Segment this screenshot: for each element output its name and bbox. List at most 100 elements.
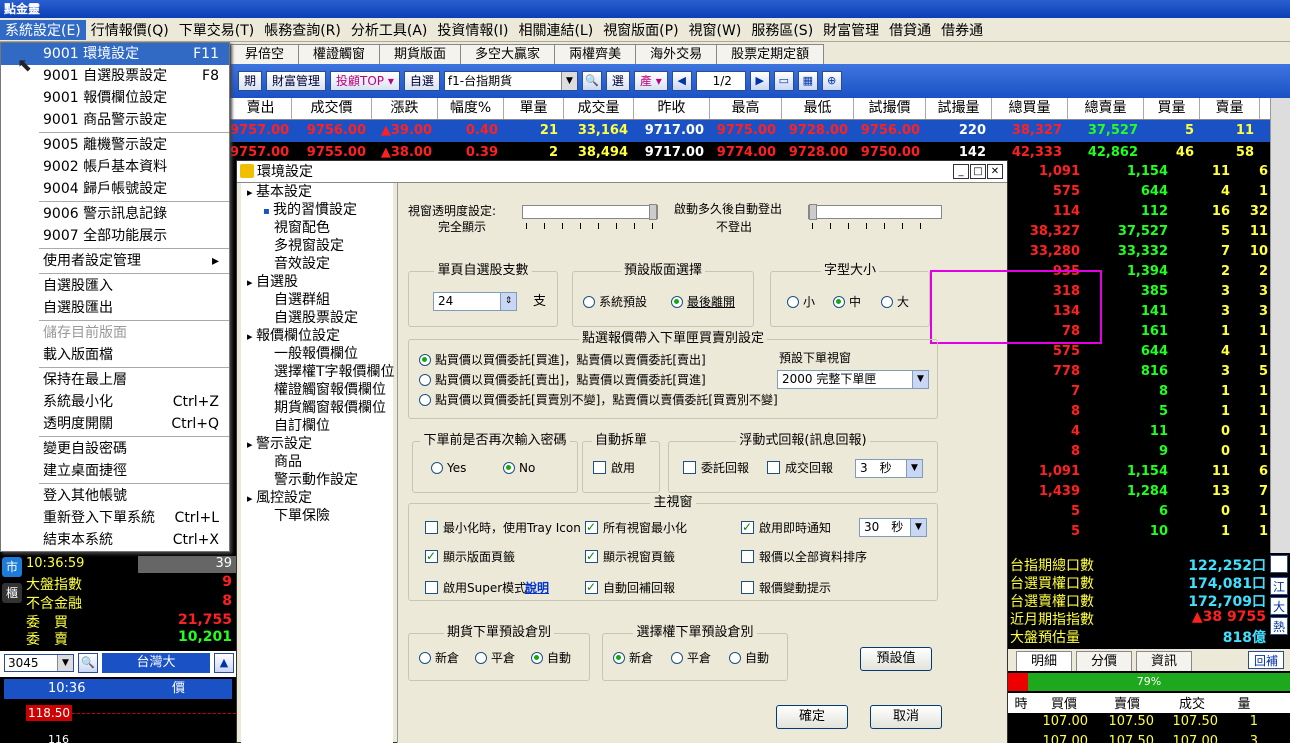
period-button[interactable]: 期 bbox=[238, 71, 263, 91]
options-new-radio[interactable]: 新倉 bbox=[613, 650, 653, 666]
quote-scrollbar[interactable] bbox=[1270, 98, 1290, 553]
tree-node[interactable]: 商品 bbox=[263, 453, 302, 472]
grid-icon[interactable]: ▦ bbox=[797, 71, 818, 91]
menubar-item[interactable]: 系統設定(E) bbox=[0, 19, 86, 40]
layout-system-radio[interactable]: 系統預設 bbox=[583, 294, 647, 310]
quote-col-header[interactable]: 買量 bbox=[1144, 98, 1200, 119]
click-option-3[interactable]: 點買價以買價委託[買賣別不變]，點賣價以賣價委託[買賣別不變] bbox=[419, 392, 778, 408]
trade-reply-checkbox[interactable]: 成交回報 bbox=[767, 460, 833, 476]
prev-page-icon[interactable]: ◀ bbox=[671, 71, 692, 91]
menu-item[interactable]: 9001 報價欄位設定 bbox=[1, 87, 229, 109]
menubar-item[interactable]: 視窗(W) bbox=[684, 20, 747, 40]
quote-col-header[interactable]: 試撮價 bbox=[854, 98, 926, 119]
menu-item[interactable]: 系統最小化 Ctrl+Z bbox=[1, 391, 229, 413]
tree-node[interactable]: 音效設定 bbox=[263, 255, 330, 274]
page-count-spinner[interactable]: 24 ⇕ bbox=[433, 292, 517, 311]
stock-code-select[interactable]: 3045 ▼ bbox=[4, 654, 74, 672]
detail-tab[interactable]: 資訊 bbox=[1136, 651, 1193, 671]
auto-replenish-checkbox[interactable]: 自動回補回報 bbox=[585, 579, 675, 596]
quote-col-header[interactable]: 總買量 bbox=[992, 98, 1068, 119]
detail-tab[interactable]: 分價 bbox=[1076, 651, 1133, 671]
menu-item[interactable]: 9002 帳戶基本資料 bbox=[1, 156, 229, 178]
layout-tab[interactable]: 多空大贏家 bbox=[460, 44, 556, 64]
option-button[interactable]: 選 bbox=[605, 71, 630, 91]
quote-col-header[interactable]: 試撮量 bbox=[926, 98, 992, 119]
minimize-icon[interactable]: _ bbox=[953, 164, 969, 179]
futures-auto-radio[interactable]: 自動 bbox=[531, 650, 571, 666]
layout-tab[interactable]: 海外交易 bbox=[635, 44, 718, 64]
menu-item[interactable]: 重新登入下單系統 Ctrl+L bbox=[1, 507, 229, 529]
password-no-radio[interactable]: No bbox=[503, 460, 535, 476]
close-icon[interactable]: ✕ bbox=[987, 164, 1003, 179]
next-page-icon[interactable]: ▶ bbox=[749, 71, 770, 91]
tree-node[interactable]: 下單保險 bbox=[263, 507, 330, 526]
collapse-up-icon[interactable]: ▲ bbox=[214, 653, 234, 673]
tree-node[interactable]: 自選股票設定 bbox=[263, 309, 358, 328]
quote-col-header[interactable]: 幅度% bbox=[438, 98, 504, 119]
otc-tab[interactable]: 櫃 bbox=[2, 583, 22, 603]
tree-node[interactable]: ▸ 報價欄位設定 bbox=[247, 327, 340, 346]
tree-node[interactable]: 自選群組 bbox=[263, 291, 330, 310]
futures-close-radio[interactable]: 平倉 bbox=[475, 650, 515, 666]
menubar-item[interactable]: 投資情報(I) bbox=[432, 20, 513, 40]
menu-item[interactable]: 保持在最上層 bbox=[1, 369, 229, 391]
tree-node[interactable]: 權證觸窗報價欄位 bbox=[263, 381, 386, 400]
ok-button[interactable]: 確定 bbox=[776, 705, 848, 729]
click-option-2[interactable]: 點買價以買價委託[賣出]，點賣價以賣價委託[買進] bbox=[419, 372, 706, 388]
menu-item[interactable]: 9001 環境設定 F11 bbox=[1, 43, 229, 65]
quote-col-header[interactable]: 漲跌 bbox=[372, 98, 438, 119]
menubar-item[interactable]: 視窗版面(P) bbox=[598, 20, 683, 40]
tree-node[interactable]: ▸ 自選股 bbox=[247, 273, 298, 292]
order-window-select[interactable]: 2000 完整下單匣 ▼ bbox=[777, 370, 929, 389]
options-auto-radio[interactable]: 自動 bbox=[729, 650, 769, 666]
watchlist-button[interactable]: 自選 bbox=[403, 71, 440, 91]
menu-item[interactable]: 建立桌面捷徑 bbox=[1, 460, 229, 482]
explain-link[interactable]: 說明 bbox=[525, 580, 549, 596]
menu-item[interactable]: 9004 歸戶帳號設定 bbox=[1, 178, 229, 200]
tree-node[interactable]: ▸ 警示設定 bbox=[247, 435, 312, 454]
spinner-icon[interactable]: ⇕ bbox=[500, 293, 516, 310]
tree-expand-icon[interactable]: ▸ bbox=[247, 276, 256, 289]
maximize-icon[interactable]: □ bbox=[970, 164, 986, 179]
menu-item[interactable]: 變更自設密碼 bbox=[1, 438, 229, 460]
tree-node[interactable]: 多視窗設定 bbox=[263, 237, 344, 256]
menubar-item[interactable]: 借貸通 bbox=[884, 20, 936, 40]
tray-icon-checkbox[interactable]: 最小化時，使用Tray Icon bbox=[425, 520, 581, 536]
password-yes-radio[interactable]: Yes bbox=[431, 460, 466, 476]
tree-expand-icon[interactable]: ▸ bbox=[247, 438, 256, 451]
market-tab[interactable]: 市 bbox=[2, 557, 22, 577]
sort-all-checkbox[interactable]: 報價以全部資料排序 bbox=[741, 549, 867, 565]
menu-item[interactable]: 結束本系統 Ctrl+X bbox=[1, 529, 229, 551]
font-small-radio[interactable]: 小 bbox=[787, 294, 815, 310]
quote-col-header[interactable]: 最低 bbox=[782, 98, 854, 119]
cancel-button[interactable]: 取消 bbox=[870, 705, 942, 729]
quote-col-header[interactable]: 成交價 bbox=[292, 98, 372, 119]
show-window-tabs-checkbox[interactable]: 顯示視窗頁籤 bbox=[585, 548, 675, 565]
quote-col-header[interactable]: 昨收 bbox=[634, 98, 710, 119]
detail-tab[interactable]: 明細 bbox=[1016, 651, 1073, 671]
search-icon[interactable]: 🔍 bbox=[581, 71, 602, 91]
menu-item[interactable]: 載入版面檔 bbox=[1, 344, 229, 366]
tree-node[interactable]: 警示動作設定 bbox=[263, 471, 358, 490]
slider-handle[interactable] bbox=[809, 204, 817, 220]
menubar-item[interactable]: 下單交易(T) bbox=[174, 20, 259, 40]
zoom-icon[interactable]: ⊕ bbox=[821, 71, 842, 91]
super-mode-checkbox[interactable]: 啟用Super模式 bbox=[425, 580, 526, 596]
menubar-item[interactable]: 行情報價(Q) bbox=[86, 20, 174, 40]
symbol-select[interactable]: f1-台指期貨 ▼ bbox=[443, 71, 578, 91]
layout-tab[interactable]: 股票定期定額 bbox=[716, 44, 825, 64]
futures-new-radio[interactable]: 新倉 bbox=[419, 650, 459, 666]
order-reply-checkbox[interactable]: 委託回報 bbox=[683, 460, 749, 476]
quote-change-alert-checkbox[interactable]: 報價變動提示 bbox=[741, 580, 831, 596]
menubar-item[interactable]: 帳務查詢(R) bbox=[259, 20, 346, 40]
font-large-radio[interactable]: 大 bbox=[881, 294, 909, 310]
menubar-item[interactable]: 分析工具(A) bbox=[346, 20, 433, 40]
auto-logout-slider[interactable] bbox=[808, 204, 942, 220]
tree-node[interactable]: 選擇權T字報價欄位 bbox=[263, 363, 395, 382]
layout-last-radio[interactable]: 最後離開 bbox=[671, 294, 735, 310]
side-tab[interactable]: 大 bbox=[1270, 597, 1288, 615]
tree-expand-icon[interactable]: ▸ bbox=[247, 186, 256, 199]
quote-col-header[interactable]: 賣出 bbox=[230, 98, 292, 119]
tree-node[interactable]: 一般報價欄位 bbox=[263, 345, 358, 364]
split-order-checkbox[interactable]: 啟用 bbox=[593, 460, 635, 476]
